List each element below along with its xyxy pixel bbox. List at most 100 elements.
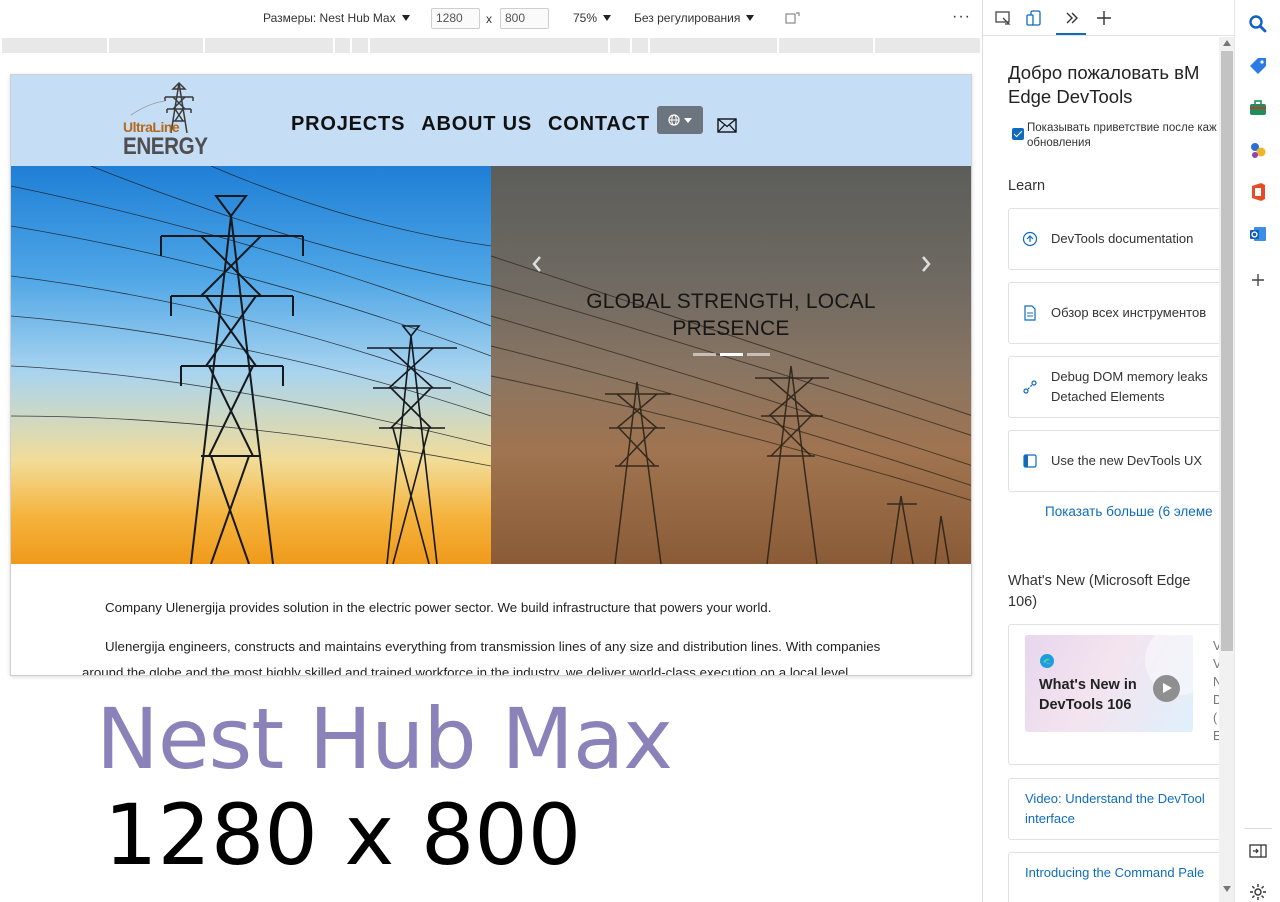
logo-text-energy: ENERGY (123, 133, 208, 160)
more-tabs-icon[interactable] (1062, 8, 1082, 28)
more-options-icon[interactable]: ··· (952, 8, 971, 26)
video-thumbnail[interactable]: What's New in DevTools 106 (1025, 635, 1193, 732)
nav-projects[interactable]: PROJECTS (291, 113, 405, 136)
welcome-panel: Добро пожаловать вM Edge DevTools Показы… (983, 37, 1223, 902)
media-query-bar[interactable] (0, 38, 980, 53)
nav-contact[interactable]: CONTACT (548, 113, 650, 136)
active-tab-indicator (1056, 33, 1086, 35)
zoom-dropdown[interactable]: 75% (573, 11, 612, 25)
scroll-up-icon[interactable] (1223, 40, 1231, 46)
device-name-overlay: Nest Hub Max (96, 690, 673, 788)
caption-line-1: GLOBAL STRENGTH, LOCAL (586, 290, 876, 313)
device-width-input[interactable]: 1280 (431, 8, 480, 29)
device-emulation-icon[interactable] (1024, 8, 1044, 28)
card-tools-overview[interactable]: Обзор всех инструментов (1008, 282, 1223, 344)
power-pylons-image (11, 166, 971, 564)
intro-text: Company Ulenergija provides solution in … (11, 564, 971, 676)
card-label: Use the new DevTools UX (1051, 453, 1203, 468)
devtools-panel: Добро пожаловать вM Edge DevTools Показы… (982, 0, 1234, 902)
chevron-down-icon (746, 15, 755, 21)
inspect-element-icon[interactable] (993, 8, 1013, 28)
add-tab-icon[interactable] (1094, 8, 1114, 28)
play-icon[interactable] (1153, 675, 1180, 702)
whats-new-video-card[interactable]: What's New in DevTools 106 V V N D ( E (1008, 624, 1223, 765)
throttling-dropdown[interactable]: Без регулирования (634, 11, 755, 25)
carousel-indicator[interactable] (693, 353, 716, 356)
tools-briefcase-icon[interactable] (1248, 98, 1268, 118)
show-welcome-label: Показывать приветствие после каж обновле… (1027, 121, 1217, 151)
zoom-label: 75% (573, 11, 598, 25)
device-viewport: UltraLine ENERGY PROJECTS ABOUT US CONTA… (10, 74, 972, 676)
mail-icon[interactable] (717, 118, 737, 133)
card-label-line-1: Debug DOM memory leaks (1051, 369, 1208, 384)
intro-paragraph-1: Company Ulenergija provides solution in … (105, 600, 772, 615)
chevron-down-icon (603, 15, 612, 21)
intro-paragraph-2-continued: around the globe and the most highly ski… (82, 665, 852, 676)
card-label-line-2: Detached Elements (1051, 389, 1165, 404)
scrollbar-thumb[interactable] (1221, 51, 1233, 651)
carousel-next-icon[interactable] (919, 254, 933, 274)
card-debug-dom-memory-leaks[interactable]: Debug DOM memory leaks Detached Elements (1008, 356, 1223, 418)
whats-new-heading-line-2: 106) (1008, 594, 1038, 610)
welcome-title-line-1: Добро пожаловать вM (1008, 62, 1200, 83)
link-card-label-line-2: interface (1025, 811, 1075, 826)
device-dimensions-label: Размеры: Nest Hub Max (263, 11, 396, 25)
device-dimensions-overlay: 1280 x 800 (104, 786, 582, 884)
chevron-down-icon (684, 117, 692, 123)
sidebar-layout-icon (1023, 454, 1037, 468)
settings-gear-icon[interactable] (1248, 882, 1268, 902)
hide-sidebar-icon[interactable] (1248, 841, 1268, 861)
documentation-icon (1022, 231, 1038, 247)
devtools-scrollbar[interactable] (1219, 37, 1234, 902)
card-new-devtools-ux[interactable]: Use the new DevTools UX (1008, 430, 1223, 492)
video-thumbnail-text-line-2: DevTools 106 (1039, 697, 1132, 713)
device-toolbar: Размеры: Nest Hub Max 1280 x 800 75% Без… (0, 0, 982, 36)
devtools-tabbar (983, 0, 1234, 36)
carousel-prev-icon[interactable] (530, 254, 544, 274)
whats-new-heading: What's New (Microsoft Edge 106) (1008, 571, 1190, 613)
carousel-indicator[interactable] (720, 353, 743, 356)
office-icon[interactable] (1248, 182, 1268, 202)
language-dropdown-button[interactable] (657, 106, 703, 134)
show-welcome-label-line-2: обновления (1027, 137, 1091, 149)
card-devtools-documentation[interactable]: DevTools documentation (1008, 208, 1223, 270)
throttling-label: Без регулирования (634, 11, 741, 25)
edge-logo-icon (1040, 654, 1054, 668)
games-icon[interactable] (1248, 140, 1268, 160)
show-more-link[interactable]: Показать больше (6 элеме (1045, 504, 1213, 519)
outlook-icon[interactable] (1248, 224, 1268, 244)
edge-sidebar (1234, 0, 1280, 902)
show-welcome-label-line-1: Показывать приветствие после каж (1027, 122, 1217, 134)
device-dimensions-dropdown[interactable]: Размеры: Nest Hub Max (263, 11, 410, 25)
scroll-down-icon[interactable] (1223, 886, 1231, 892)
search-icon[interactable] (1248, 14, 1268, 34)
welcome-title: Добро пожаловать вM Edge DevTools (1008, 61, 1199, 109)
memory-leak-icon (1023, 380, 1037, 394)
site-logo[interactable]: UltraLine ENERGY (121, 81, 211, 161)
chevron-down-icon (401, 15, 410, 21)
nav-about-us[interactable]: ABOUT US (421, 113, 532, 136)
video-thumbnail-text-line-1: What's New in (1039, 677, 1137, 693)
carousel-indicator[interactable] (747, 353, 770, 356)
show-welcome-checkbox[interactable] (1012, 128, 1024, 140)
card-label: DevTools documentation (1051, 231, 1194, 246)
shopping-tag-icon[interactable] (1248, 56, 1268, 76)
document-icon (1024, 305, 1036, 321)
whats-new-heading-line-1: What's New (Microsoft Edge (1008, 573, 1191, 589)
add-icon[interactable] (1248, 270, 1268, 290)
link-card-command-palette[interactable]: Introducing the Command Pale (1008, 852, 1223, 902)
link-card-understand-devtools[interactable]: Video: Understand the DevTool interface (1008, 778, 1223, 840)
site-header: UltraLine ENERGY PROJECTS ABOUT US CONTA… (11, 75, 971, 166)
sidebar-divider (1244, 828, 1272, 829)
device-height-input[interactable]: 800 (500, 8, 549, 29)
video-thumbnail-text: What's New in DevTools 106 (1039, 675, 1137, 715)
dimension-separator: x (486, 12, 492, 26)
main-nav: PROJECTS ABOUT US CONTACT (291, 113, 650, 136)
link-card-label-line-1: Video: Understand the DevTool (1025, 791, 1205, 806)
rotate-icon[interactable] (785, 10, 801, 26)
hero-carousel: GLOBAL STRENGTH, LOCAL PRESENCE (11, 166, 971, 564)
globe-icon (668, 114, 680, 126)
caption-line-2: PRESENCE (672, 317, 790, 340)
link-card-label: Introducing the Command Pale (1025, 865, 1205, 880)
intro-paragraph-2: Ulenergija engineers, constructs and mai… (105, 639, 881, 654)
